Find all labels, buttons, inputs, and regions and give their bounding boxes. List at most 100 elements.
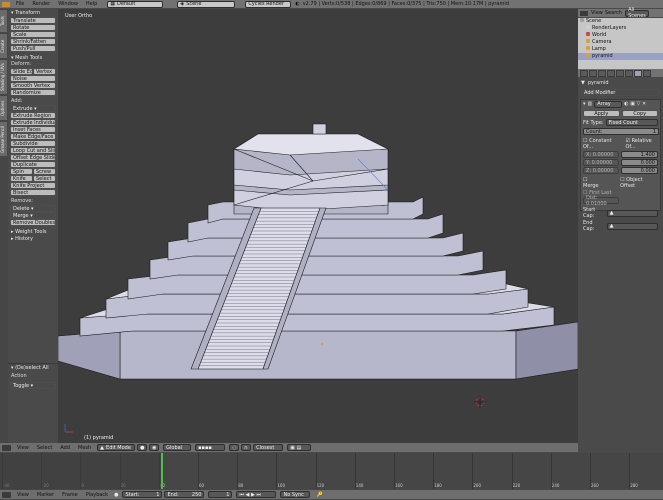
tab-create[interactable]: Create: [0, 33, 7, 58]
layers-tab-icon[interactable]: [589, 69, 597, 77]
const-y-field[interactable]: Y: 0.00000: [583, 159, 619, 166]
outliner-item[interactable]: Scene: [578, 18, 663, 25]
menu-render[interactable]: Render: [28, 1, 54, 7]
knife-select-button[interactable]: Select: [33, 175, 56, 182]
remove-doubles-button[interactable]: Remove Doubles: [10, 219, 56, 226]
fit-type-select[interactable]: Fixed Count: [605, 119, 658, 126]
tab-options[interactable]: Options: [0, 95, 7, 120]
last-operator-header[interactable]: ▾ (De)select All: [8, 363, 58, 371]
timeline[interactable]: -40-200204060801001201401601802002202402…: [0, 453, 663, 490]
3d-cursor-icon[interactable]: [474, 396, 486, 408]
menu-help[interactable]: Help: [82, 1, 101, 7]
tab-shading-uvs[interactable]: Shading / UVs: [0, 59, 7, 94]
mesh-tools-panel-header[interactable]: ▾ Mesh Tools: [8, 54, 58, 61]
menu-add[interactable]: Add: [56, 445, 74, 451]
data-tab-icon[interactable]: [643, 69, 651, 77]
pivot-select[interactable]: ◉: [149, 444, 160, 451]
push-pull-button[interactable]: Push/Pull: [10, 45, 56, 52]
weight-tools-panel-header[interactable]: ▸ Weight Tools: [8, 228, 58, 235]
proportional-edit-toggle[interactable]: ◌: [229, 444, 240, 451]
rel-y-field[interactable]: 0.000: [620, 159, 658, 166]
constraints-tab-icon[interactable]: [625, 69, 633, 77]
snap-toggle[interactable]: ∩: [241, 444, 252, 451]
add-modifier-select[interactable]: Add Modifier: [581, 89, 659, 96]
world-tab-icon[interactable]: [607, 69, 615, 77]
object-offset-checkbox[interactable]: ☐ Object Offset: [620, 177, 658, 189]
keying-icons[interactable]: 🔑: [316, 492, 322, 498]
start-cap-field[interactable]: ▲: [606, 209, 658, 217]
visibility-icons[interactable]: ◐ ▣ ▽ ✕: [624, 101, 646, 107]
offset-edge-slide-button[interactable]: Offset Edge Slide: [10, 154, 56, 161]
duplicate-button[interactable]: Duplicate: [10, 161, 56, 168]
timeline-marker-menu[interactable]: Marker: [33, 492, 58, 498]
transform-panel-header[interactable]: ▾ Transform: [8, 9, 58, 16]
transform-orientation-select[interactable]: Global: [163, 444, 192, 451]
mode-select[interactable]: ▲ Edit Mode: [97, 444, 136, 451]
rel-x-field[interactable]: 1.400: [620, 151, 658, 158]
scene-select[interactable]: ◈ Scene: [177, 0, 236, 8]
spin-button[interactable]: Spin: [10, 168, 33, 175]
relative-offset-checkbox[interactable]: ☑ Relative Of...: [625, 138, 658, 150]
menu-mesh[interactable]: Mesh: [74, 445, 95, 451]
count-field[interactable]: Count: 1: [583, 128, 659, 135]
merge-checkbox[interactable]: ☐ Merge: [583, 177, 604, 189]
current-frame-field[interactable]: 1: [208, 491, 233, 498]
editor-type-icon[interactable]: [2, 1, 10, 7]
shrink-fatten-button[interactable]: Shrink/Fatten: [10, 38, 56, 45]
subdivide-button[interactable]: Subdivide: [10, 140, 56, 147]
scene-tab-icon[interactable]: [598, 69, 606, 77]
knife-project-button[interactable]: Knife Project: [10, 182, 56, 189]
make-edge-face-button[interactable]: Make Edge/Face: [10, 133, 56, 140]
end-cap-field[interactable]: ▲: [606, 222, 658, 230]
outliner-item[interactable]: Camera: [578, 39, 663, 46]
outliner-item[interactable]: pyramid: [578, 53, 663, 60]
screw-button[interactable]: Screw: [33, 168, 56, 175]
inset-faces-button[interactable]: Inset Faces: [10, 126, 56, 133]
collapse-icon[interactable]: ▾: [583, 101, 586, 107]
editor-type-icon[interactable]: [580, 10, 588, 16]
modifier-name-field[interactable]: Array: [594, 100, 623, 108]
randomize-button[interactable]: Randomize: [10, 89, 56, 96]
screen-layout-select[interactable]: ▦ Default: [107, 0, 164, 8]
start-frame-field[interactable]: Start: 1: [122, 491, 163, 498]
snap-target-select[interactable]: Closest: [253, 444, 284, 451]
bisect-button[interactable]: Bisect: [10, 189, 56, 196]
const-x-field[interactable]: X: 0.00000: [583, 151, 619, 158]
menu-select[interactable]: Select: [33, 445, 56, 451]
outliner-view-menu[interactable]: View: [590, 10, 604, 16]
render-buttons[interactable]: ▣ ▤: [287, 444, 312, 451]
loop-cut-button[interactable]: Loop Cut and Slide: [10, 147, 56, 154]
constant-offset-checkbox[interactable]: ☐ Constant Of...: [583, 138, 617, 150]
noise-button[interactable]: Noise: [10, 75, 56, 82]
history-panel-header[interactable]: ▸ History: [8, 235, 58, 242]
const-z-field[interactable]: Z: 0.00000: [583, 167, 619, 174]
layers-widget[interactable]: ▪▪▪▪: [195, 444, 226, 451]
editor-type-icon[interactable]: [2, 444, 11, 451]
shading-select[interactable]: ●: [137, 444, 148, 451]
display-mode-select[interactable]: All Scenes: [625, 7, 650, 19]
copy-button[interactable]: Copy: [621, 110, 658, 117]
menu-window[interactable]: Window: [54, 1, 82, 7]
render-tab-icon[interactable]: [580, 69, 588, 77]
timeline-view-menu[interactable]: View: [13, 492, 33, 498]
menu-file[interactable]: File: [12, 1, 28, 7]
merge-distance-field[interactable]: Dist: 0.01000: [583, 195, 619, 207]
translate-button[interactable]: Translate: [10, 17, 56, 24]
scale-button[interactable]: Scale: [10, 31, 56, 38]
smooth-vertex-button[interactable]: Smooth Vertex: [10, 82, 56, 89]
sync-select[interactable]: No Sync: [280, 491, 311, 498]
3d-viewport[interactable]: User Ortho (1) pyramid: [58, 9, 578, 443]
delete-dropdown[interactable]: Delete ▾: [10, 205, 56, 212]
pyramid-mesh[interactable]: [58, 9, 578, 443]
apply-button[interactable]: Apply: [583, 110, 620, 117]
tab-grease-pencil[interactable]: Grease Pencil: [0, 121, 7, 156]
knife-button[interactable]: Knife: [10, 175, 33, 182]
outliner-search-menu[interactable]: Search: [604, 10, 623, 16]
extrude-region-button[interactable]: Extrude Region: [10, 112, 56, 119]
current-frame-marker[interactable]: [161, 453, 163, 489]
extrude-dropdown[interactable]: Extrude ▾: [10, 105, 56, 112]
rotate-button[interactable]: Rotate: [10, 24, 56, 31]
menu-view[interactable]: View: [13, 445, 33, 451]
action-select[interactable]: Toggle ▾: [10, 382, 56, 389]
extrude-individual-button[interactable]: Extrude Individual: [10, 119, 56, 126]
